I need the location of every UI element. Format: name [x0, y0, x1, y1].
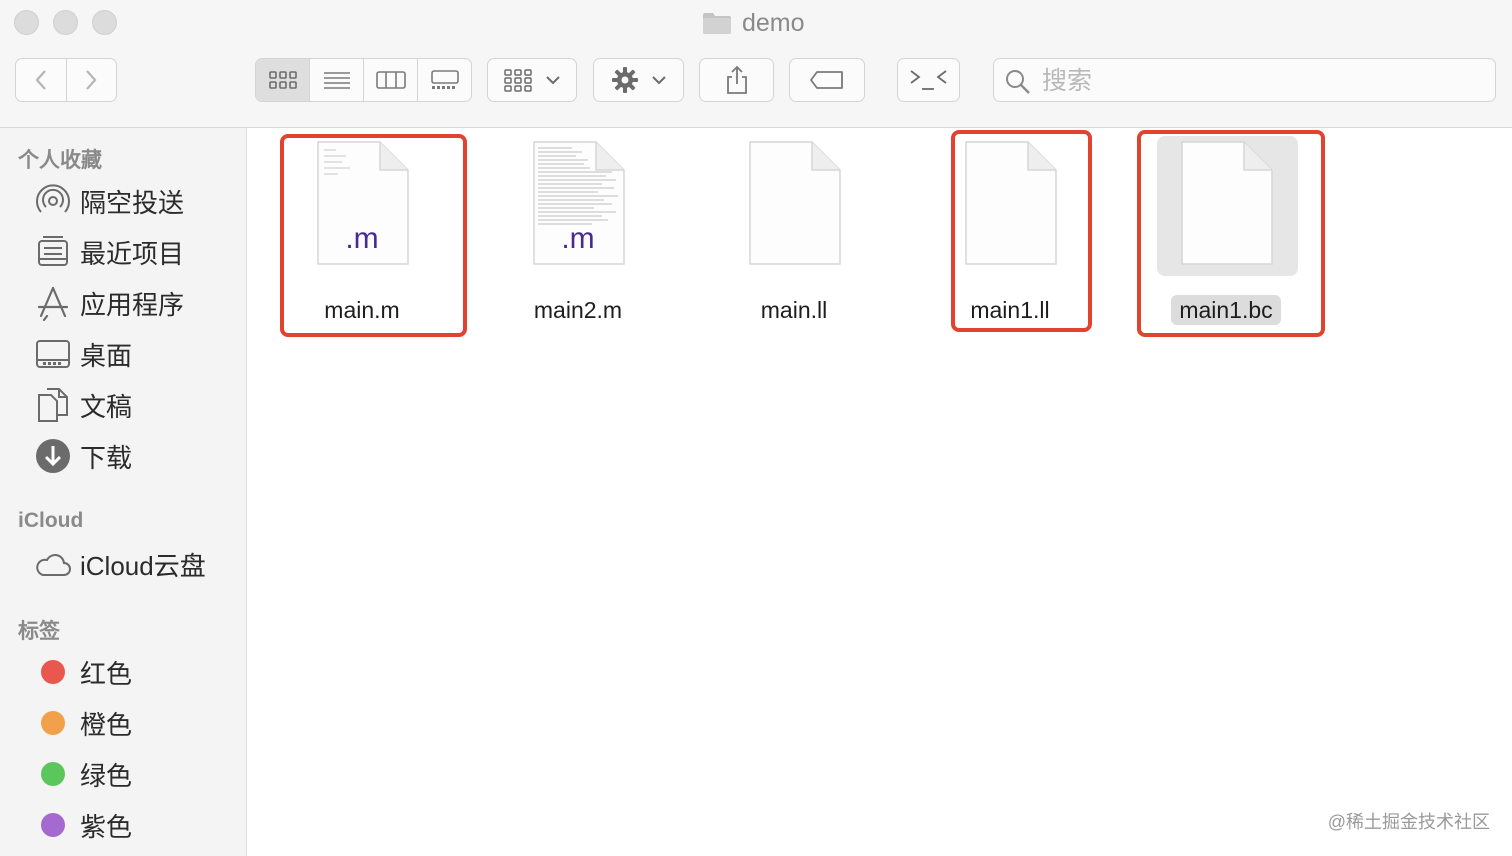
- open-terminal-button[interactable]: [897, 58, 960, 102]
- applications-icon: [34, 284, 72, 322]
- minimize-window-button[interactable]: [53, 10, 78, 35]
- search-icon: [1006, 70, 1030, 94]
- highlight-box: [951, 130, 1092, 332]
- file-name: main.ll: [760, 297, 828, 323]
- view-mode-control: [255, 58, 472, 102]
- gear-icon: [611, 67, 638, 93]
- share-button[interactable]: [699, 58, 774, 102]
- cloud-icon: [34, 545, 72, 583]
- sidebar-item-label: 最近项目: [80, 238, 185, 269]
- sidebar-item-label: 桌面: [80, 340, 133, 371]
- sidebar-item-tag-red[interactable]: 红色: [34, 652, 132, 692]
- action-button[interactable]: [593, 58, 684, 102]
- sidebar-item-label: 紫色: [80, 811, 133, 842]
- sidebar-item-desktop[interactable]: 桌面: [34, 334, 132, 374]
- sidebar-item-label: 绿色: [80, 760, 133, 791]
- sidebar-item-label: 下载: [80, 442, 133, 473]
- back-button[interactable]: [16, 59, 67, 101]
- sidebar-item-tag-green[interactable]: 绿色: [34, 754, 132, 794]
- icon-view-button[interactable]: [256, 59, 310, 101]
- zoom-window-button[interactable]: [92, 10, 117, 35]
- chevron-left-icon: [35, 70, 46, 90]
- sidebar-item-icloud-drive[interactable]: iCloud云盘: [34, 544, 206, 584]
- chevron-down-icon: [651, 76, 666, 85]
- file-badge: .m: [561, 222, 594, 255]
- watermark: @稀土掘金技术社区: [1327, 812, 1490, 832]
- airdrop-icon: [34, 182, 72, 220]
- icloud-header: iCloud: [18, 509, 84, 532]
- desktop-icon: [34, 335, 72, 373]
- gallery-view-icon: [430, 70, 459, 89]
- folder-icon: [703, 13, 731, 34]
- sidebar-item-label: 红色: [80, 658, 133, 689]
- chevron-right-icon: [86, 70, 97, 90]
- gallery-view-button[interactable]: [418, 59, 471, 101]
- tag-button[interactable]: [789, 58, 865, 102]
- toolbar: demo: [0, 0, 1512, 128]
- file-name: main2.m: [533, 297, 623, 323]
- icon-view-icon: [268, 71, 297, 89]
- forward-button[interactable]: [67, 59, 117, 101]
- sidebar-item-label: 文稿: [80, 391, 133, 422]
- search-field[interactable]: [993, 58, 1496, 102]
- tag-icon: [810, 71, 843, 89]
- list-view-button[interactable]: [310, 59, 364, 101]
- orange-tag-dot: [41, 711, 65, 735]
- sidebar-item-label: iCloud云盘: [80, 550, 206, 581]
- sidebar-item-label: 应用程序: [80, 289, 185, 320]
- download-icon: [34, 437, 72, 475]
- highlight-box: [1137, 130, 1325, 337]
- nav-buttons: [15, 58, 117, 102]
- sidebar-item-label: 隔空投送: [80, 187, 185, 218]
- column-view-button[interactable]: [364, 59, 418, 101]
- purple-tag-dot: [41, 813, 65, 837]
- sidebar-item-label: 橙色: [80, 709, 133, 740]
- documents-icon: [34, 386, 72, 424]
- recents-icon: [34, 233, 72, 271]
- green-tag-dot: [41, 762, 65, 786]
- source-file-icon: .m: [533, 141, 625, 265]
- favorites-header: 个人收藏: [18, 149, 102, 172]
- list-view-icon: [323, 72, 350, 89]
- tags-header: 标签: [18, 620, 60, 643]
- document-icon: [749, 141, 841, 265]
- sidebar-item-downloads[interactable]: 下载: [34, 436, 132, 476]
- sidebar-item-airdrop[interactable]: 隔空投送: [34, 181, 184, 221]
- terminal-icon: [909, 70, 947, 90]
- share-icon: [726, 65, 747, 94]
- sidebar-item-tag-purple[interactable]: 紫色: [34, 805, 132, 845]
- column-view-icon: [375, 71, 406, 89]
- red-tag-dot: [41, 660, 65, 684]
- window-title: demo: [702, 6, 805, 40]
- search-input[interactable]: [1040, 65, 1484, 97]
- group-button[interactable]: [487, 58, 577, 102]
- close-window-button[interactable]: [14, 10, 39, 35]
- window-title-text: demo: [742, 8, 805, 37]
- highlight-box: [280, 134, 467, 337]
- sidebar-item-tag-orange[interactable]: 橙色: [34, 703, 132, 743]
- sidebar-item-applications[interactable]: 应用程序: [34, 283, 184, 323]
- sidebar-item-recents[interactable]: 最近项目: [34, 232, 184, 272]
- sidebar-item-documents[interactable]: 文稿: [34, 385, 132, 425]
- group-icon: [504, 69, 532, 92]
- sidebar: 个人收藏 隔空投送 最近项目 应用程序 桌面 文稿 下载 iCloud iClo…: [0, 128, 247, 856]
- chevron-down-icon: [546, 76, 560, 85]
